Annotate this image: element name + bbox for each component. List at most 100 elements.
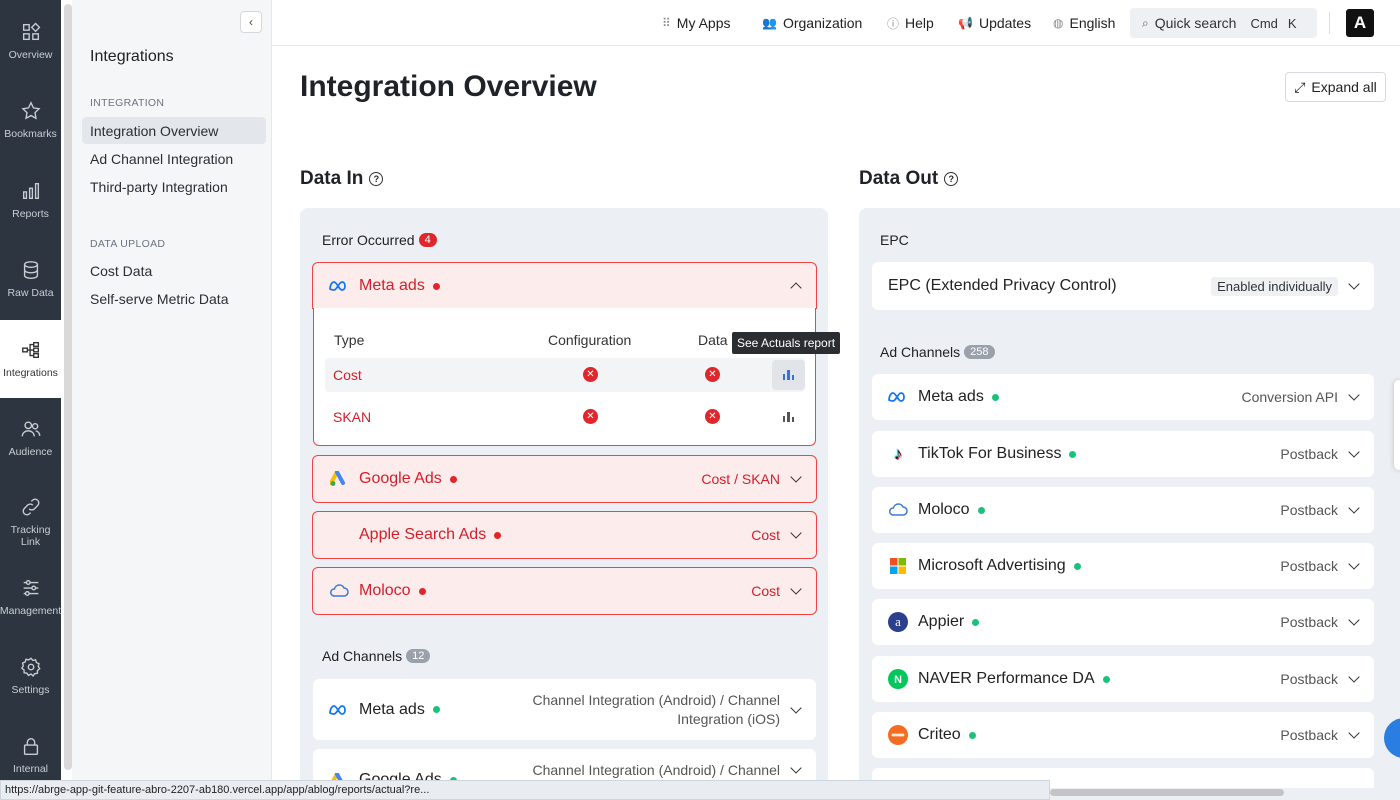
card-type: Postback	[1280, 671, 1338, 687]
moloco-error-card[interactable]: Moloco Cost	[312, 567, 817, 615]
google-ads-error-card[interactable]: Google Ads Cost / SKAN	[312, 455, 817, 503]
col-type: Type	[334, 332, 365, 348]
star-icon	[20, 101, 41, 120]
card-type-line2: Integration (iOS)	[677, 710, 780, 727]
language-button[interactable]: ◍ English	[1053, 12, 1115, 34]
data-out-title: Data Out?	[859, 168, 959, 190]
rail-item-tracking-link[interactable]: Tracking Link	[0, 478, 61, 566]
chevron-down-icon[interactable]	[790, 701, 802, 714]
chevron-down-icon[interactable]	[1348, 502, 1360, 514]
topbar-divider	[1329, 12, 1330, 34]
chevron-down-icon[interactable]	[1348, 446, 1360, 458]
sliders-icon	[23, 579, 38, 597]
card-type: Cost	[751, 583, 780, 599]
table-row: Cost ✕ ✕	[325, 358, 805, 392]
status-dot	[991, 393, 999, 401]
data-in-title: Data In?	[300, 168, 384, 190]
meta-ads-channel-card[interactable]: Meta ads Channel Integration (Android) /…	[313, 679, 816, 740]
my-apps-label: My Apps	[676, 15, 731, 31]
rail-item-settings[interactable]: Settings	[0, 637, 61, 715]
status-dot	[968, 731, 976, 739]
chevron-down-icon[interactable]	[1348, 389, 1360, 401]
error-label: Error Occurred	[322, 232, 415, 248]
chevron-down-icon[interactable]	[790, 583, 802, 595]
help-icon[interactable]: ?	[944, 172, 959, 186]
database-icon	[23, 261, 38, 279]
card-type: Channel Integration (Android) / Channel	[532, 762, 781, 778]
rail-item-management[interactable]: Management	[0, 558, 61, 636]
naver-logo-icon: N	[888, 669, 908, 689]
people-icon: 👥	[762, 16, 777, 30]
rail-scrollbar[interactable]	[64, 4, 72, 770]
chevron-down-icon[interactable]	[1348, 558, 1360, 570]
card-name: Moloco	[359, 582, 411, 599]
table-row: SKAN ✕ ✕	[325, 400, 805, 434]
out-moloco-card[interactable]: Moloco Postback	[872, 487, 1374, 533]
chevron-down-icon[interactable]	[1348, 614, 1360, 626]
my-apps-button[interactable]: ⠿ My Apps	[662, 12, 731, 34]
collapse-sidebar-button[interactable]: ‹	[240, 11, 262, 33]
out-naver-card[interactable]: N NAVER Performance DA Postback	[872, 656, 1374, 702]
chevron-down-icon[interactable]	[790, 471, 802, 483]
see-actuals-report-button[interactable]	[772, 360, 805, 390]
chevron-down-icon[interactable]	[1348, 671, 1360, 683]
chevron-down-icon[interactable]	[790, 527, 802, 539]
out-meta-ads-card[interactable]: Meta ads Conversion API	[872, 374, 1374, 420]
status-url-bar: https://abrge-app-git-feature-abro-2207-…	[0, 780, 1050, 800]
card-type: Postback	[1280, 502, 1338, 518]
rail-item-reports[interactable]: Reports	[0, 161, 61, 239]
meta-ads-error-card[interactable]: Meta ads	[312, 262, 817, 309]
rail-item-raw-data[interactable]: Raw Data	[0, 240, 61, 318]
error-count-badge: 4	[418, 233, 437, 247]
help-label: Help	[905, 15, 934, 31]
rail-label: Settings	[11, 684, 50, 696]
card-right: Cost	[751, 583, 802, 599]
quick-search[interactable]: ⌕ Quick search Cmd K	[1130, 8, 1317, 38]
card-right: Enabled individually	[1211, 276, 1360, 296]
horizontal-scrollbar[interactable]	[1050, 789, 1284, 796]
chevron-down-icon[interactable]	[1348, 727, 1360, 739]
expand-all-button[interactable]: ⤢ Expand all	[1285, 72, 1386, 102]
updates-button[interactable]: 📢 Updates	[958, 12, 1031, 34]
app-logo[interactable]: A	[1346, 9, 1374, 37]
rail-item-integrations[interactable]: Integrations	[0, 320, 61, 398]
sidebar-link-self-serve-metric-data[interactable]: Self-serve Metric Data	[82, 285, 266, 312]
chevron-down-icon[interactable]	[790, 762, 802, 774]
sidebar-section-integration: INTEGRATION	[90, 97, 165, 109]
rail-item-audience[interactable]: Audience	[0, 399, 61, 477]
row-type: SKAN	[333, 409, 372, 425]
enabled-badge: Enabled individually	[1211, 276, 1338, 296]
out-microsoft-card[interactable]: Microsoft Advertising Postback	[872, 543, 1374, 589]
out-tiktok-card[interactable]: ♪ TikTok For Business Postback	[872, 431, 1374, 477]
report-chart-button[interactable]	[772, 402, 805, 432]
sidebar-link-third-party-integration[interactable]: Third-party Integration	[82, 173, 266, 200]
status-dot	[1102, 675, 1110, 683]
card-name: Moloco	[918, 501, 970, 518]
out-appier-card[interactable]: a Appier Postback	[872, 599, 1374, 645]
organization-button[interactable]: 👥 Organization	[762, 12, 862, 34]
rail-item-overview[interactable]: Overview	[0, 2, 61, 80]
nav-rail: Overview Bookmarks Reports Raw Data Inte…	[0, 0, 61, 800]
help-icon[interactable]: ?	[369, 172, 384, 186]
sidebar-title: Integrations	[90, 48, 174, 65]
help-button[interactable]: ⓘ Help	[887, 12, 934, 34]
out-ad-channels-label: Ad Channels	[880, 344, 961, 360]
chevron-down-icon[interactable]	[1348, 278, 1360, 290]
card-name: NAVER Performance DA	[918, 670, 1095, 687]
out-criteo-card[interactable]: Criteo Postback	[872, 712, 1374, 758]
data-out-label: Data Out	[859, 168, 939, 189]
svg-text:N: N	[894, 674, 902, 686]
rail-item-bookmarks[interactable]: Bookmarks	[0, 81, 61, 159]
card-name: Meta ads	[359, 277, 425, 294]
card-right: Conversion API	[1242, 389, 1360, 405]
chevron-up-icon[interactable]	[790, 282, 802, 294]
epc-card[interactable]: EPC (Extended Privacy Control) Enabled i…	[872, 262, 1374, 310]
search-shortcut-key: K	[1287, 15, 1297, 31]
apple-search-ads-error-card[interactable]: Apple Search Ads Cost	[312, 511, 817, 559]
expand-icon: ⤢	[1294, 78, 1306, 95]
card-type: Cost / SKAN	[701, 471, 780, 487]
out-ad-channels-group-label: Ad Channels 258	[880, 344, 995, 360]
sidebar-link-integration-overview[interactable]: Integration Overview	[82, 117, 266, 144]
sidebar-link-ad-channel-integration[interactable]: Ad Channel Integration	[82, 145, 266, 172]
sidebar-link-cost-data[interactable]: Cost Data	[82, 257, 266, 284]
